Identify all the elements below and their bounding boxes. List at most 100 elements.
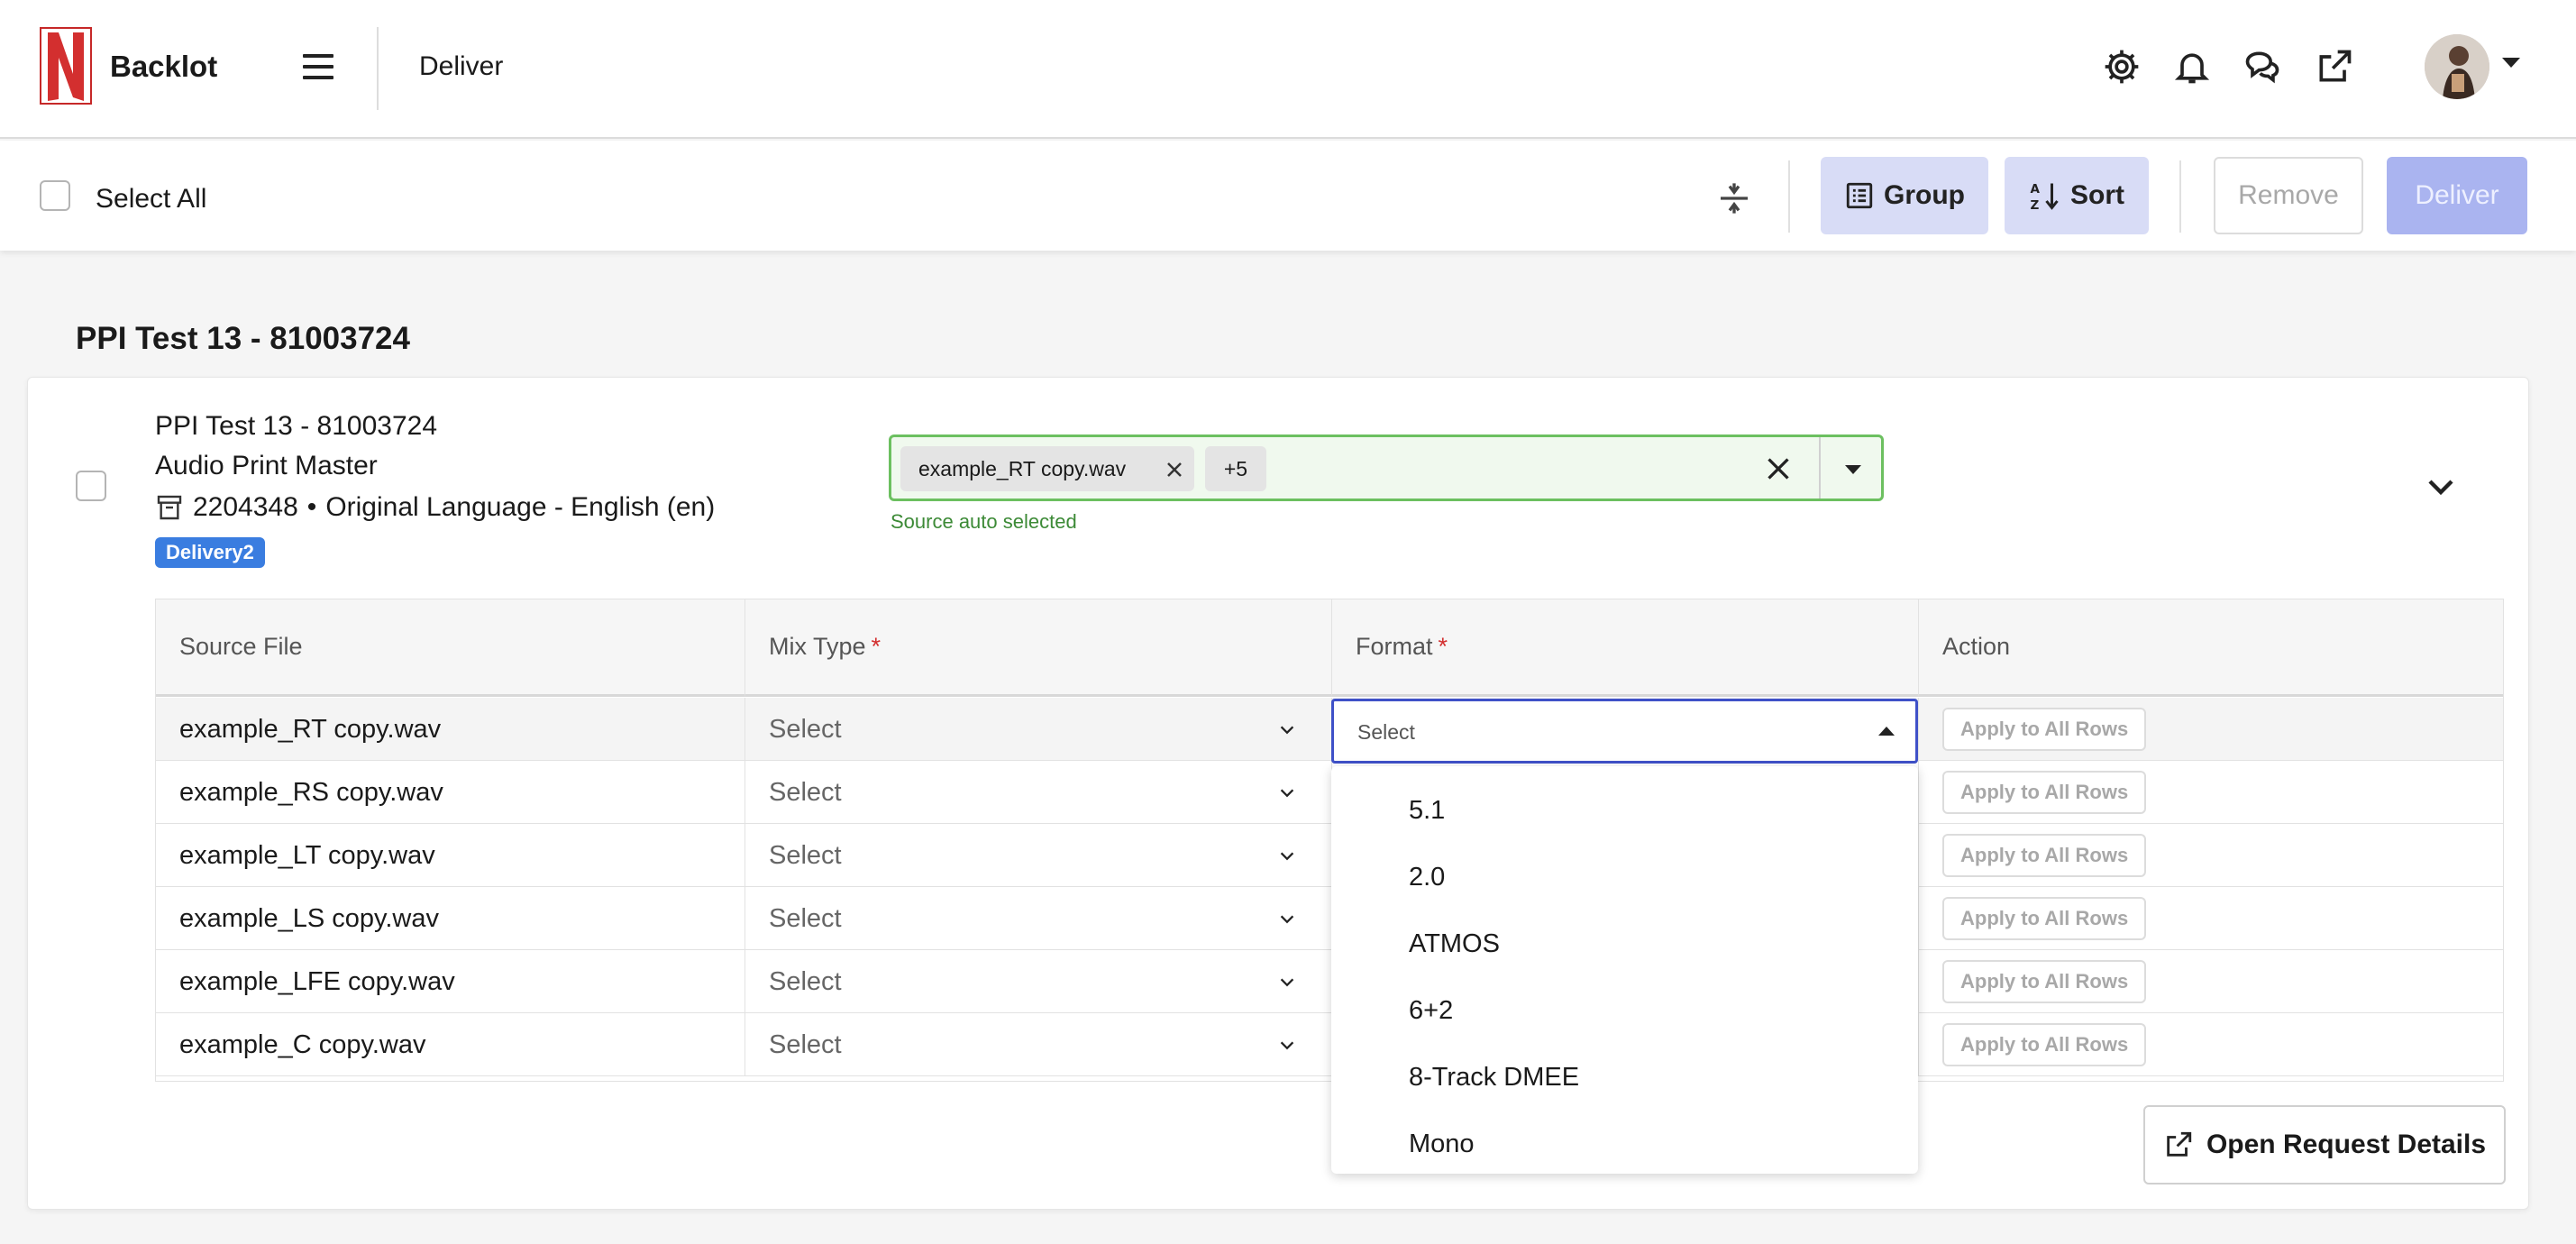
remove-button[interactable]: Remove bbox=[2214, 157, 2363, 234]
chevron-down-icon bbox=[1280, 789, 1294, 798]
format-option-atmos[interactable]: ATMOS bbox=[1331, 910, 1918, 977]
header-format: Format * bbox=[1332, 599, 1919, 697]
mix-type-select[interactable]: Select bbox=[745, 698, 1332, 761]
chevron-down-icon bbox=[1280, 978, 1294, 987]
source-chip-label: example_RT copy.wav bbox=[918, 456, 1127, 480]
deliver-button[interactable]: Deliver bbox=[2387, 157, 2527, 234]
chevron-down-icon bbox=[1280, 915, 1294, 924]
header-divider bbox=[377, 27, 379, 110]
apply-to-all-rows-button[interactable]: Apply to All Rows bbox=[1942, 960, 2147, 1003]
header-source-file-label: Source File bbox=[179, 633, 303, 660]
header-format-label: Format bbox=[1356, 633, 1433, 660]
sort-az-icon: A Z bbox=[2031, 182, 2059, 212]
format-option-2-0[interactable]: 2.0 bbox=[1331, 844, 1918, 910]
table-row: example_LFE copy.wav Select Apply to All… bbox=[156, 950, 2503, 1013]
action-cell: Apply to All Rows bbox=[1919, 887, 2503, 950]
meta-separator: • bbox=[306, 492, 317, 522]
format-select-open[interactable]: Select bbox=[1331, 699, 1918, 764]
select-divider bbox=[1819, 437, 1821, 499]
caret-down-icon[interactable] bbox=[1845, 465, 1861, 474]
header-source-file: Source File bbox=[156, 599, 745, 697]
apply-to-all-rows-button[interactable]: Apply to All Rows bbox=[1942, 897, 2147, 940]
chat-icon[interactable] bbox=[2243, 47, 2282, 87]
toolbar-divider bbox=[2179, 160, 2181, 233]
header-action-label: Action bbox=[1942, 633, 2011, 660]
chevron-down-icon bbox=[1280, 1041, 1294, 1050]
apply-to-all-rows-button[interactable]: Apply to All Rows bbox=[1942, 771, 2147, 814]
svg-text:Z: Z bbox=[2031, 198, 2040, 212]
required-mark: * bbox=[871, 633, 882, 660]
format-option-8-track-dmee[interactable]: 8-Track DMEE bbox=[1331, 1044, 1918, 1111]
action-cell: Apply to All Rows bbox=[1919, 950, 2503, 1013]
source-file-cell: example_LS copy.wav bbox=[156, 887, 745, 950]
section-title: PPI Test 13 - 81003724 bbox=[76, 321, 410, 356]
avatar[interactable] bbox=[2425, 34, 2489, 99]
archive-icon bbox=[157, 495, 182, 520]
table-row: example_RS copy.wav Select Apply to All … bbox=[156, 761, 2503, 824]
action-cell: Apply to All Rows bbox=[1919, 698, 2503, 761]
delivery-badge: Delivery2 bbox=[155, 537, 265, 568]
apply-to-all-rows-button[interactable]: Apply to All Rows bbox=[1942, 708, 2147, 751]
source-file-cell: example_C copy.wav bbox=[156, 1013, 745, 1076]
mix-type-value: Select bbox=[769, 840, 842, 870]
group-button[interactable]: Group bbox=[1821, 157, 1988, 234]
mix-type-select[interactable]: Select bbox=[745, 761, 1332, 824]
select-all-label: Select All bbox=[96, 184, 207, 214]
table-row: example_RT copy.wav Select Apply to All … bbox=[156, 698, 2503, 761]
mix-type-value: Select bbox=[769, 903, 842, 933]
mix-type-value: Select bbox=[769, 1029, 842, 1059]
mix-type-select[interactable]: Select bbox=[745, 824, 1332, 887]
bell-icon[interactable] bbox=[2172, 47, 2212, 87]
action-cell: Apply to All Rows bbox=[1919, 761, 2503, 824]
collapse-all-icon[interactable] bbox=[1716, 180, 1752, 216]
apply-to-all-rows-button[interactable]: Apply to All Rows bbox=[1942, 1023, 2147, 1066]
settings-icon[interactable] bbox=[2102, 47, 2142, 87]
mix-type-value: Select bbox=[769, 714, 842, 744]
source-file-cell: example_LT copy.wav bbox=[156, 824, 745, 887]
card-meta: 2204348 • Original Language - English (e… bbox=[155, 492, 715, 523]
table-row: example_C copy.wav Select Apply to All R… bbox=[156, 1013, 2503, 1076]
more-sources-chip[interactable]: +5 bbox=[1205, 446, 1266, 491]
card-checkbox[interactable] bbox=[76, 471, 106, 501]
format-option-6-2[interactable]: 6+2 bbox=[1331, 977, 1918, 1044]
source-file-select[interactable]: example_RT copy.wav +5 bbox=[889, 434, 1884, 501]
action-toolbar: Select All Group A Z Sort Remove Deliver bbox=[0, 141, 2576, 251]
sort-button-label: Sort bbox=[2070, 180, 2124, 210]
select-all-checkbox[interactable] bbox=[40, 180, 70, 211]
menu-icon[interactable] bbox=[303, 54, 333, 79]
table-row: example_LS copy.wav Select Apply to All … bbox=[156, 887, 2503, 950]
app-name: Backlot bbox=[110, 50, 218, 83]
source-file-cell: example_RT copy.wav bbox=[156, 698, 745, 761]
source-table: Source File Mix Type * Format * Action e… bbox=[155, 599, 2504, 1082]
card-id: 2204348 bbox=[193, 492, 298, 522]
chevron-down-icon[interactable] bbox=[2419, 465, 2462, 508]
required-mark: * bbox=[1438, 633, 1448, 660]
header-mix-type-label: Mix Type bbox=[769, 633, 866, 660]
caret-up-icon bbox=[1878, 727, 1895, 736]
mix-type-select[interactable]: Select bbox=[745, 950, 1332, 1013]
app-header: Backlot Deliver bbox=[0, 0, 2576, 139]
action-cell: Apply to All Rows bbox=[1919, 1013, 2503, 1076]
format-option-mono[interactable]: Mono bbox=[1331, 1111, 1918, 1177]
action-cell: Apply to All Rows bbox=[1919, 824, 2503, 887]
account-menu-caret-icon[interactable] bbox=[2502, 58, 2520, 68]
external-link-icon[interactable] bbox=[2315, 47, 2354, 87]
mix-type-value: Select bbox=[769, 777, 842, 807]
card-title: PPI Test 13 - 81003724 bbox=[155, 411, 438, 441]
open-request-details-button[interactable]: Open Request Details bbox=[2143, 1105, 2506, 1185]
format-option-5-1[interactable]: 5.1 bbox=[1331, 777, 1918, 844]
svg-text:A: A bbox=[2031, 182, 2041, 197]
card-language: Original Language - English (en) bbox=[325, 492, 716, 522]
sort-button[interactable]: A Z Sort bbox=[2005, 157, 2149, 234]
mix-type-select[interactable]: Select bbox=[745, 1013, 1332, 1076]
mix-type-select[interactable]: Select bbox=[745, 887, 1332, 950]
remove-chip-icon[interactable] bbox=[1164, 459, 1185, 480]
apply-to-all-rows-button[interactable]: Apply to All Rows bbox=[1942, 834, 2147, 877]
external-link-icon bbox=[2167, 1131, 2192, 1157]
clear-icon[interactable] bbox=[1762, 453, 1795, 485]
toolbar-divider bbox=[1788, 160, 1790, 233]
mix-type-value: Select bbox=[769, 966, 842, 996]
chevron-down-icon bbox=[1280, 726, 1294, 735]
table-row: example_LT copy.wav Select Apply to All … bbox=[156, 824, 2503, 887]
netflix-logo[interactable] bbox=[40, 27, 92, 105]
